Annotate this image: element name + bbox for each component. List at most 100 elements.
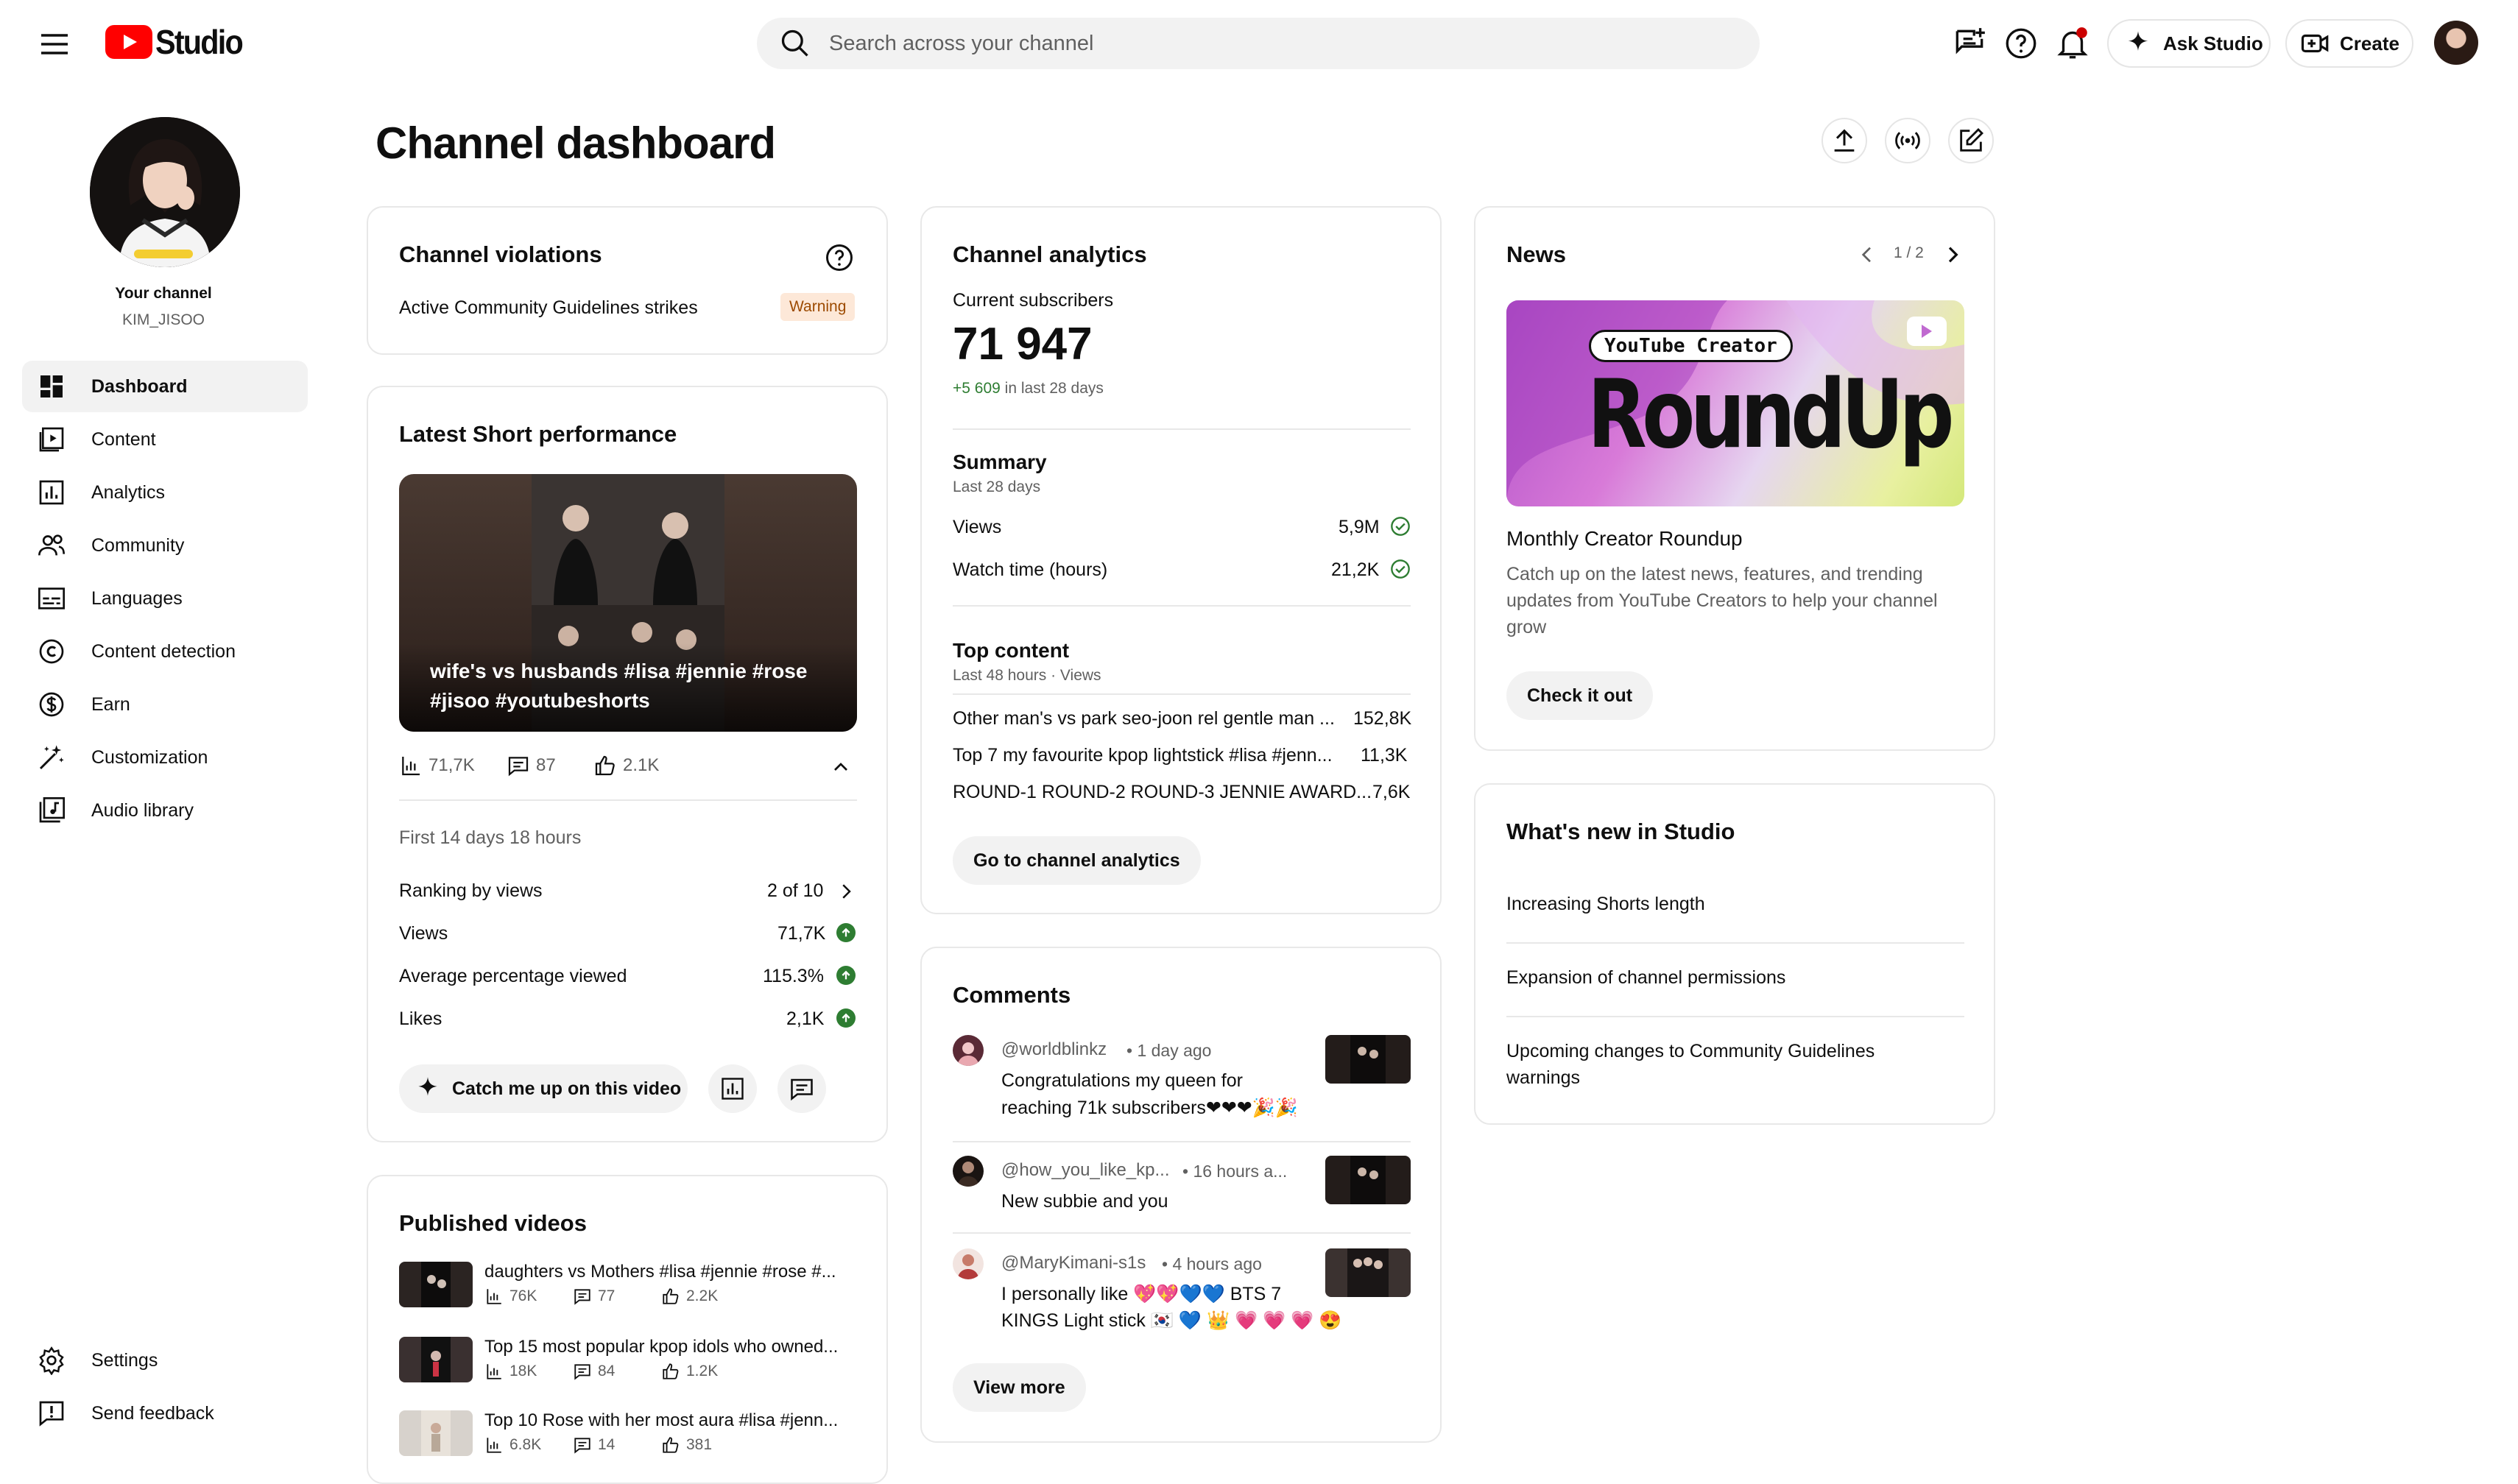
arrow-up-icon bbox=[836, 966, 856, 985]
messages-icon[interactable] bbox=[1951, 25, 1988, 62]
go-to-analytics-button[interactable]: Go to channel analytics bbox=[953, 836, 1201, 885]
sidebar-item-community[interactable]: Community bbox=[22, 520, 308, 571]
sidebar-item-settings[interactable]: Settings bbox=[22, 1335, 308, 1386]
subscribers-change: +5 609 bbox=[953, 380, 1001, 397]
ask-studio-button[interactable]: Ask Studio bbox=[2107, 19, 2271, 68]
sidebar-item-label: Content bbox=[91, 428, 156, 450]
sidebar-item-analytics[interactable]: Analytics bbox=[22, 467, 308, 518]
help-icon[interactable] bbox=[2003, 25, 2039, 62]
create-post-button[interactable] bbox=[1948, 118, 1994, 163]
comment-video-thumbnail bbox=[1325, 1035, 1411, 1084]
edit-icon bbox=[1960, 127, 1984, 152]
news-card: News 1 / 2 YouTube Creator RoundUp Month… bbox=[1474, 206, 1995, 751]
short-likes-stat: 2.1K bbox=[593, 754, 659, 777]
whats-new-item[interactable]: Increasing Shorts length bbox=[1506, 894, 1705, 915]
analytics-icon bbox=[39, 480, 64, 505]
comment-item[interactable]: @how_you_like_kp... • 16 hours a... New … bbox=[953, 1156, 1411, 1229]
list-item[interactable]: Top 15 most popular kpop idols who owned… bbox=[399, 1337, 857, 1388]
video-views: 18K bbox=[484, 1362, 537, 1381]
content-icon bbox=[39, 427, 64, 452]
summary-title: Summary bbox=[953, 451, 1047, 473]
channel-avatar[interactable] bbox=[90, 117, 240, 267]
chevron-right-icon[interactable] bbox=[1941, 243, 1964, 266]
video-comments-value: 84 bbox=[598, 1363, 616, 1379]
divider bbox=[1506, 942, 1964, 944]
upload-button[interactable] bbox=[1822, 118, 1867, 163]
short-period: First 14 days 18 hours bbox=[399, 827, 582, 848]
top-content-item[interactable]: Other man's vs park seo-joon rel gentle … bbox=[953, 708, 1335, 729]
subscribers-label: Current subscribers bbox=[953, 290, 1114, 311]
list-item[interactable]: Top 10 Rose with her most aura #lisa #je… bbox=[399, 1410, 857, 1462]
whats-new-card: What's new in Studio Increasing Shorts l… bbox=[1474, 783, 1995, 1125]
feedback-label: Send feedback bbox=[91, 1402, 214, 1424]
top-content-value: 11,3K bbox=[1361, 745, 1408, 766]
check-it-out-button[interactable]: Check it out bbox=[1506, 671, 1654, 720]
comment-item[interactable]: @worldblinkz • 1 day ago Congratulations… bbox=[953, 1035, 1411, 1138]
sidebar-item-audio-library[interactable]: Audio library bbox=[22, 785, 308, 836]
view-more-button[interactable]: View more bbox=[953, 1363, 1086, 1412]
sidebar-item-customization[interactable]: Customization bbox=[22, 732, 308, 783]
sidebar-item-earn[interactable]: Earn bbox=[22, 679, 308, 730]
video-thumbnail bbox=[399, 1337, 473, 1382]
whats-new-item[interactable]: Upcoming changes to Community Guidelines bbox=[1506, 1041, 1875, 1062]
news-banner[interactable]: YouTube Creator RoundUp bbox=[1506, 300, 1964, 506]
studio-logo[interactable]: Studio bbox=[105, 22, 252, 62]
comment-author[interactable]: @MaryKimani-s1s bbox=[1001, 1253, 1146, 1273]
feedback-icon bbox=[39, 1401, 64, 1427]
comment-author[interactable]: @worldblinkz bbox=[1001, 1039, 1107, 1060]
sidebar-item-feedback[interactable]: Send feedback bbox=[22, 1388, 308, 1439]
copyright-icon bbox=[39, 639, 64, 664]
sparkle-icon bbox=[418, 1077, 437, 1096]
sidebar-item-label: Audio library bbox=[91, 799, 194, 821]
help-icon[interactable] bbox=[823, 241, 856, 274]
video-thumbnail bbox=[399, 1262, 473, 1307]
warning-badge: Warning bbox=[780, 293, 856, 321]
thumbs-up-icon bbox=[663, 1288, 679, 1304]
strikes-label: Active Community Guidelines strikes bbox=[399, 297, 698, 318]
list-item[interactable]: daughters vs Mothers #lisa #jennie #rose… bbox=[399, 1262, 857, 1313]
short-comments-button[interactable] bbox=[777, 1064, 826, 1113]
divider bbox=[953, 1141, 1411, 1142]
sidebar-item-dashboard[interactable]: Dashboard bbox=[22, 361, 308, 412]
go-live-button[interactable] bbox=[1885, 118, 1930, 163]
search-input[interactable] bbox=[829, 31, 1713, 56]
catch-me-up-button[interactable]: Catch me up on this video bbox=[399, 1064, 688, 1113]
short-views-stat: 71,7K bbox=[399, 754, 475, 777]
comments-title: Comments bbox=[953, 982, 1071, 1008]
video-comments-value: 14 bbox=[598, 1436, 616, 1453]
banner-tag: YouTube Creator bbox=[1589, 330, 1793, 362]
sidebar-item-label: Analytics bbox=[91, 481, 166, 503]
top-content-item[interactable]: Top 7 my favourite kpop lightstick #lisa… bbox=[953, 745, 1333, 766]
short-comments-stat: 87 bbox=[507, 754, 556, 777]
whats-new-item[interactable]: Expansion of channel permissions bbox=[1506, 967, 1785, 989]
video-comments: 84 bbox=[573, 1362, 615, 1381]
subscribers-change-row: +5 609 in last 28 days bbox=[953, 380, 1104, 398]
collapse-icon[interactable] bbox=[829, 755, 853, 779]
chevron-left-icon[interactable] bbox=[1855, 243, 1879, 266]
whats-new-item-continued[interactable]: warnings bbox=[1506, 1067, 1580, 1089]
search-icon bbox=[781, 29, 808, 57]
violations-title: Channel violations bbox=[399, 241, 602, 267]
short-analytics-button[interactable] bbox=[708, 1064, 757, 1113]
menu-icon[interactable] bbox=[37, 26, 72, 62]
page-title: Channel dashboard bbox=[375, 119, 776, 168]
short-thumbnail[interactable]: wife's vs husbands #lisa #jennie #rose #… bbox=[399, 474, 857, 732]
top-content-item[interactable]: ROUND-1 ROUND-2 ROUND-3 JENNIE AWARD... bbox=[953, 782, 1372, 803]
sidebar-item-languages[interactable]: Languages bbox=[22, 573, 308, 624]
comment-author[interactable]: @how_you_like_kp... bbox=[1001, 1160, 1170, 1181]
sidebar: Your channel KIM_JISOO Dashboard Content… bbox=[0, 86, 324, 1458]
notifications-icon[interactable] bbox=[2054, 25, 2091, 62]
comment-item[interactable]: @MaryKimani-s1s • 4 hours ago I personal… bbox=[953, 1248, 1411, 1352]
create-button[interactable]: Create bbox=[2285, 19, 2413, 68]
account-avatar[interactable] bbox=[2434, 21, 2478, 65]
avg-viewed-value: 115.3% bbox=[763, 966, 824, 986]
sidebar-item-content[interactable]: Content bbox=[22, 414, 308, 465]
chevron-right-icon[interactable] bbox=[835, 880, 857, 902]
sidebar-item-label: Community bbox=[91, 534, 185, 556]
video-views-value: 6.8K bbox=[509, 1436, 542, 1453]
comment-text: New subbie and you bbox=[1001, 1191, 1168, 1212]
sidebar-item-content-detection[interactable]: Content detection bbox=[22, 626, 308, 677]
search-bar[interactable] bbox=[757, 18, 1760, 69]
published-videos-card: Published videos daughters vs Mothers #l… bbox=[367, 1175, 888, 1484]
thumbs-up-icon bbox=[663, 1363, 679, 1379]
